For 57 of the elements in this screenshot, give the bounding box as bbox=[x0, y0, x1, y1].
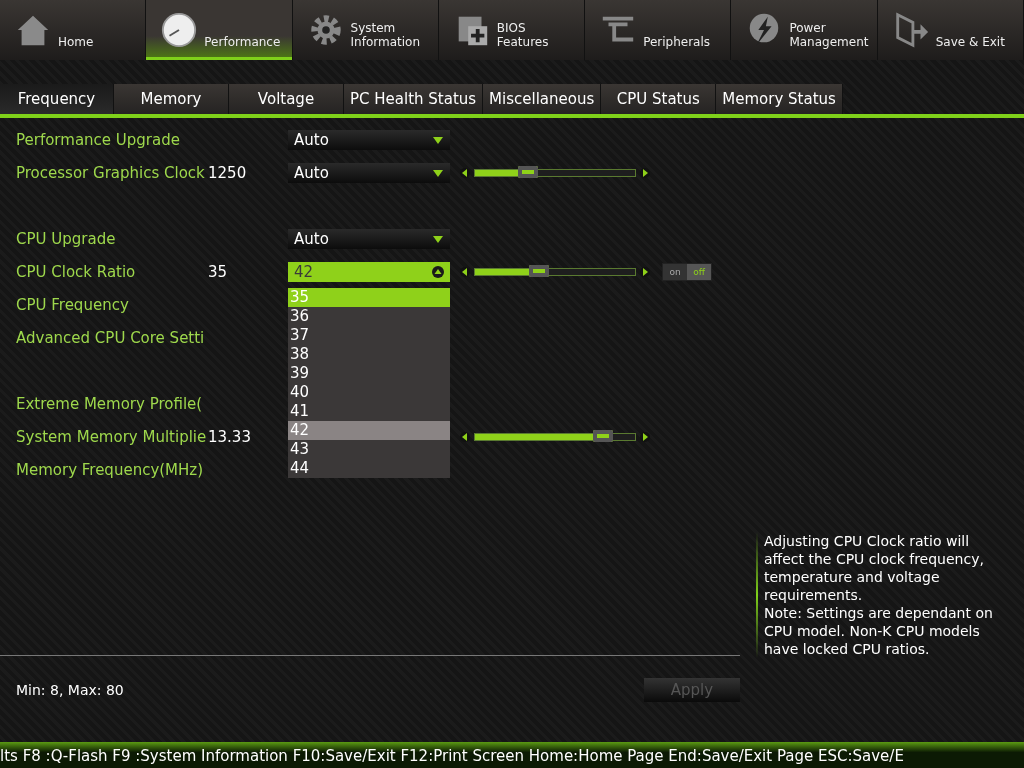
dropdown-option[interactable]: 41 bbox=[288, 401, 450, 421]
setting-value: 1250 bbox=[208, 163, 247, 182]
decrease-arrow-icon[interactable] bbox=[460, 265, 470, 278]
section-tab[interactable]: Miscellaneous bbox=[483, 84, 602, 114]
dropdown-option[interactable]: 42 bbox=[288, 420, 450, 440]
on-off-toggle[interactable]: on off bbox=[662, 262, 712, 281]
dropdown-option[interactable]: 44 bbox=[288, 458, 450, 478]
setting-label: Performance Upgrade bbox=[16, 130, 181, 149]
section-tab[interactable]: Memory bbox=[114, 84, 229, 114]
dropdown-option[interactable]: 39 bbox=[288, 363, 450, 383]
range-text: Min: 8, Max: 80 bbox=[16, 682, 124, 698]
setting-label: System Memory Multiplie bbox=[16, 427, 208, 446]
setting-label: Processor Graphics Clock bbox=[16, 163, 206, 182]
caret-icon bbox=[432, 265, 444, 278]
dropdown-option[interactable]: 38 bbox=[288, 344, 450, 364]
nav-tab[interactable]: BIOS Features bbox=[438, 0, 586, 60]
nav-tab[interactable]: Power Management bbox=[731, 0, 878, 60]
dropdown[interactable]: 42 bbox=[288, 261, 450, 282]
gauge-icon bbox=[160, 11, 199, 49]
dropdown[interactable]: Auto bbox=[288, 129, 450, 150]
slider-track[interactable] bbox=[474, 168, 636, 177]
section-tab[interactable]: Voltage bbox=[229, 84, 344, 114]
slider-track[interactable] bbox=[474, 432, 636, 441]
dropdown-option[interactable]: 43 bbox=[288, 439, 450, 459]
increase-arrow-icon[interactable] bbox=[640, 265, 650, 278]
slider-thumb[interactable] bbox=[593, 429, 613, 442]
help-text: Adjusting CPU Clock ratio will affect the CPU clock frequency, temperature and voltage requirements. Note: Settings are dependant on CPU model. Non-K CPU models have locked CPU ratios. bbox=[764, 532, 994, 658]
slider-track[interactable] bbox=[474, 267, 636, 276]
nav-tab[interactable]: Performance bbox=[146, 0, 293, 60]
setting-label: CPU Frequency bbox=[16, 295, 130, 314]
decrease-arrow-icon[interactable] bbox=[460, 430, 470, 443]
nav-tab[interactable]: Save & Exit bbox=[877, 0, 1024, 60]
section-tab[interactable]: Frequency bbox=[0, 84, 114, 114]
nav-tab[interactable]: System Information bbox=[292, 0, 439, 60]
setting-label: Memory Frequency(MHz) bbox=[16, 460, 205, 479]
dropdown[interactable]: Auto bbox=[288, 228, 450, 249]
dropdown-option[interactable]: 37 bbox=[288, 325, 450, 345]
section-tab[interactable]: Memory Status bbox=[716, 84, 843, 114]
decrease-arrow-icon[interactable] bbox=[460, 166, 470, 179]
slider-thumb[interactable] bbox=[517, 165, 538, 178]
section-tab[interactable]: PC Health Status bbox=[344, 84, 484, 114]
nav-tab[interactable]: Home bbox=[0, 0, 147, 60]
dropdown-option[interactable]: 36 bbox=[288, 306, 450, 326]
setting-label: Advanced CPU Core Setti bbox=[16, 328, 206, 347]
slider-thumb[interactable] bbox=[529, 264, 549, 277]
increase-arrow-icon[interactable] bbox=[640, 166, 650, 179]
section-tab[interactable]: CPU Status bbox=[601, 84, 717, 114]
dropdown-option[interactable]: 40 bbox=[288, 382, 450, 402]
setting-label: CPU Upgrade bbox=[16, 229, 117, 248]
setting-value: 13.33 bbox=[208, 427, 251, 446]
nav-tab[interactable]: Peripherals bbox=[585, 0, 732, 60]
setting-label: Extreme Memory Profile( bbox=[16, 394, 204, 413]
setting-value: 35 bbox=[208, 262, 228, 281]
increase-arrow-icon[interactable] bbox=[640, 430, 650, 443]
hotkey-bar: lts F8 :Q-Flash F9 :System Information F10:Save/Exit F12:Print Screen Home:Home Page End:Save/Exit Page ESC:Save/E bbox=[0, 742, 1024, 768]
setting-label: CPU Clock Ratio bbox=[16, 262, 137, 281]
dropdown[interactable]: Auto bbox=[288, 162, 450, 183]
